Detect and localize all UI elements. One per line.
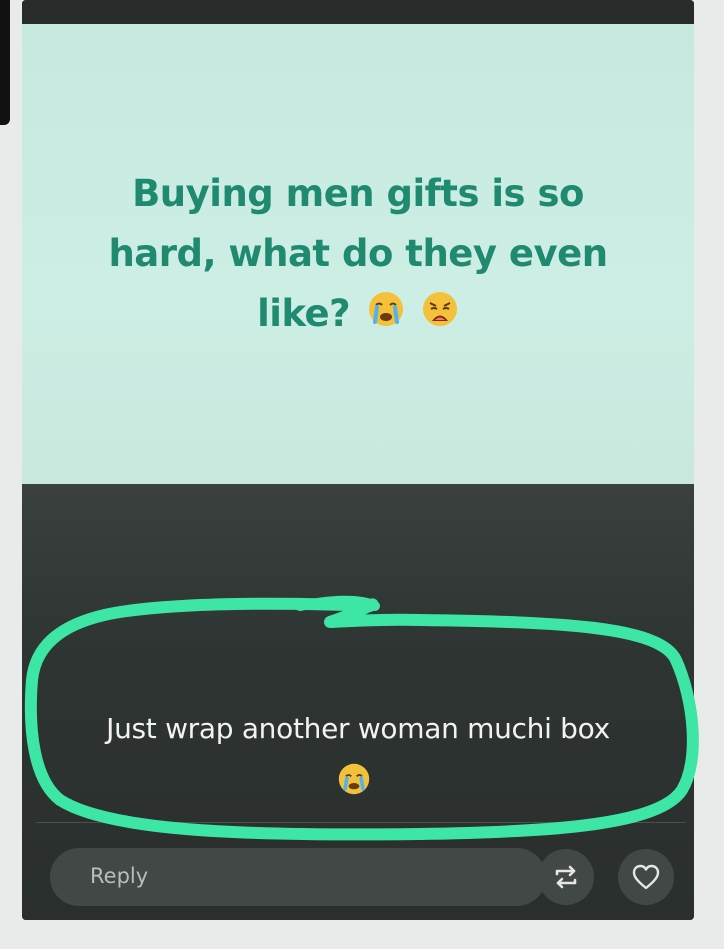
story-card: Buying men gifts is so hard, what do the… — [22, 24, 694, 484]
reply-input[interactable]: Reply — [50, 848, 546, 906]
story-line-3: like? — [257, 292, 351, 335]
like-button[interactable] — [618, 849, 674, 905]
top-bar — [22, 0, 694, 24]
reply-placeholder: Reply — [90, 864, 149, 888]
story-line-3-row: like? — [62, 284, 654, 346]
reply-crying-face-icon — [337, 762, 371, 801]
story-line-1: Buying men gifts is so — [132, 172, 584, 215]
story-text: Buying men gifts is so hard, what do the… — [62, 164, 654, 346]
left-edge-bar — [0, 0, 10, 125]
story-line-2: hard, what do they even — [108, 232, 608, 275]
crying-face-icon — [367, 286, 405, 346]
weary-face-icon — [421, 286, 459, 346]
composer-divider — [36, 822, 686, 823]
reply-message: Just wrap another woman muchi box — [106, 712, 610, 745]
repost-button[interactable] — [538, 849, 594, 905]
screenshot-frame: Buying men gifts is so hard, what do the… — [0, 0, 724, 949]
